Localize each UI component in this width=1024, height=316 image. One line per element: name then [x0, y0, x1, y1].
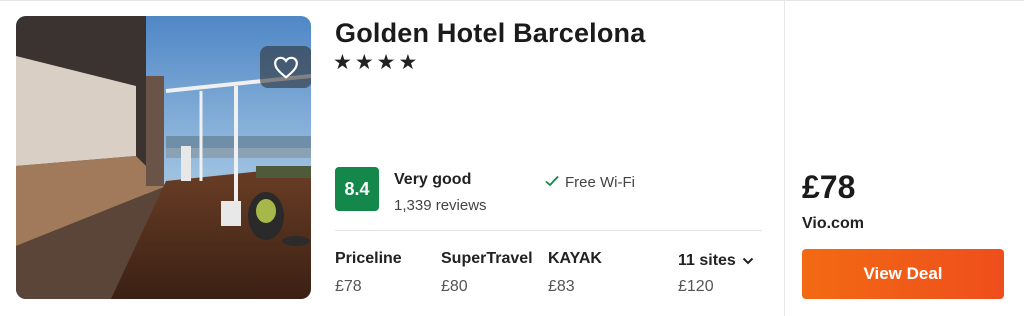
favorite-button[interactable] [260, 46, 311, 88]
more-sites-label: 11 sites [678, 252, 736, 269]
more-sites-price: £120 [678, 278, 714, 295]
column-divider [784, 1, 785, 316]
divider [335, 230, 762, 231]
site-price: £78 [335, 278, 362, 295]
site-name: SuperTravel [441, 250, 533, 267]
star-rating: ★★★★ [333, 51, 421, 74]
site-price: £80 [441, 278, 468, 295]
site-price: £83 [548, 278, 575, 295]
view-deal-button[interactable]: View Deal [802, 249, 1004, 299]
site-offer-priceline[interactable]: Priceline £78 [335, 250, 402, 296]
amenity-label: Free Wi-Fi [565, 174, 635, 191]
checkmark-icon [545, 174, 559, 191]
amenity-wifi: Free Wi-Fi [545, 174, 635, 191]
review-count[interactable]: 1,339 reviews [394, 197, 487, 214]
best-price-provider: Vio.com [802, 215, 864, 232]
heart-outline-icon [273, 55, 299, 79]
hotel-result-card[interactable]: Golden Hotel Barcelona ★★★★ 8.4 Very goo… [0, 0, 1024, 316]
site-name: KAYAK [548, 250, 602, 267]
site-offer-supertravel[interactable]: SuperTravel £80 [441, 250, 533, 296]
site-offer-kayak[interactable]: KAYAK £83 [548, 250, 602, 296]
hotel-name[interactable]: Golden Hotel Barcelona [335, 18, 645, 49]
hotel-photo[interactable] [16, 16, 311, 299]
site-name: Priceline [335, 250, 402, 267]
more-sites-toggle[interactable]: 11 sites [678, 252, 754, 270]
review-score-badge: 8.4 [335, 167, 379, 211]
chevron-down-icon [742, 252, 754, 270]
best-price: £78 [802, 169, 856, 205]
rating-label: Very good [394, 171, 472, 188]
